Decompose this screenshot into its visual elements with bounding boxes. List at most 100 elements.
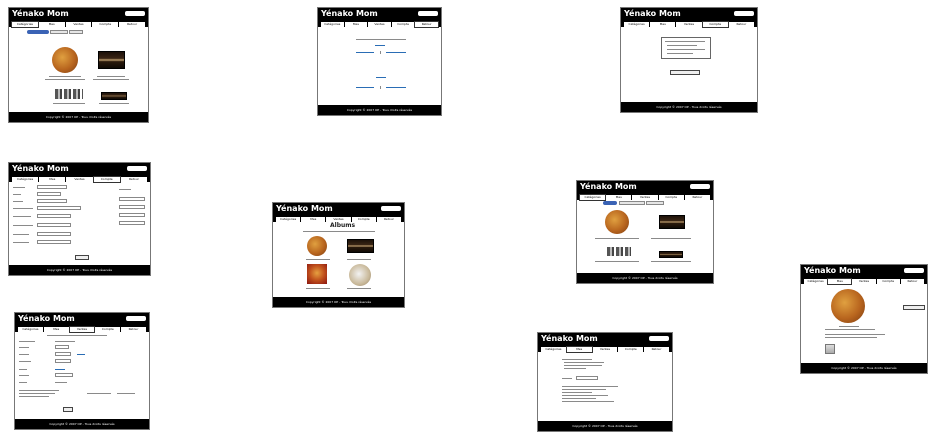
search-input[interactable]: [125, 11, 145, 16]
filter-tab-active[interactable]: [27, 30, 49, 34]
filter-tab[interactable]: [50, 30, 68, 34]
form-field[interactable]: [55, 352, 71, 356]
nav-tab-mes[interactable]: Mes: [38, 22, 65, 27]
form-field[interactable]: [55, 373, 73, 377]
album-image-coin[interactable]: [307, 236, 327, 256]
submit-button[interactable]: [75, 255, 89, 260]
nav-tab-retour[interactable]: Retour: [119, 22, 145, 27]
form-field[interactable]: [37, 185, 67, 189]
nav-tab-compte[interactable]: Compte: [92, 22, 119, 27]
link-right[interactable]: [386, 52, 406, 53]
nav-tab-categories[interactable]: Catégories: [321, 22, 344, 27]
album-image-plate[interactable]: [349, 264, 371, 286]
result-image-casket[interactable]: [659, 215, 685, 229]
form-field[interactable]: [119, 205, 145, 209]
nav-tab-compte[interactable]: Compte: [95, 327, 121, 332]
product-image-coin[interactable]: [52, 47, 78, 73]
search-input[interactable]: [127, 166, 147, 171]
search-input[interactable]: [418, 11, 438, 16]
nav-tab-categories[interactable]: Catégories: [804, 279, 828, 284]
filter-tab[interactable]: [646, 201, 664, 205]
link-right[interactable]: [386, 87, 406, 88]
link-left[interactable]: [356, 87, 374, 88]
search-input[interactable]: [126, 316, 146, 321]
product-image-casket[interactable]: [98, 51, 125, 69]
nav-tab-mes[interactable]: Mes: [301, 217, 326, 222]
nav-tab-categories[interactable]: Catégories: [541, 347, 566, 352]
help-link[interactable]: [77, 354, 85, 355]
nav-tab-ventes[interactable]: Ventes: [676, 22, 702, 27]
nav-tab-mes[interactable]: Mes: [39, 177, 66, 182]
search-input[interactable]: [690, 184, 710, 189]
form-field[interactable]: [37, 240, 71, 244]
nav-tab-ventes[interactable]: Ventes: [632, 195, 658, 200]
search-input[interactable]: [381, 206, 401, 211]
form-field[interactable]: [37, 199, 67, 203]
search-input[interactable]: [649, 336, 669, 341]
nav-tab-mes[interactable]: Mes: [827, 278, 853, 285]
section-link[interactable]: [375, 45, 385, 46]
submit-button[interactable]: [63, 407, 73, 412]
nav-tab-compte[interactable]: Compte: [701, 21, 729, 28]
nav-tab-compte[interactable]: Compte: [658, 195, 684, 200]
nav-tab-categories[interactable]: Catégories: [276, 217, 301, 222]
nav-tab-compte[interactable]: Compte: [876, 279, 900, 284]
nav-tab-retour[interactable]: Retour: [376, 217, 402, 222]
nav-tab-ventes[interactable]: Ventes: [68, 326, 96, 333]
nav-tab-ventes[interactable]: Ventes: [592, 347, 618, 352]
help-link[interactable]: [55, 369, 65, 370]
nav-tab-ventes[interactable]: Ventes: [368, 22, 391, 27]
nav-tab-compte[interactable]: Compte: [391, 22, 415, 27]
result-image-beads[interactable]: [607, 247, 631, 256]
radio-group[interactable]: [37, 206, 81, 210]
form-field[interactable]: [119, 197, 145, 201]
nav-tab-compte[interactable]: Compte: [92, 176, 121, 183]
nav-tab-mes[interactable]: Mes: [565, 346, 593, 353]
nav-tab-compte[interactable]: Compte: [351, 217, 376, 222]
form-field[interactable]: [55, 359, 71, 363]
form-field[interactable]: [119, 221, 145, 225]
nav-tab-retour[interactable]: Retour: [684, 195, 711, 200]
product-image-bar[interactable]: [101, 92, 127, 100]
form-field[interactable]: [37, 232, 71, 236]
filter-tab-active[interactable]: [603, 201, 617, 205]
form-field[interactable]: [37, 214, 71, 218]
form-field[interactable]: [37, 223, 71, 227]
link-left[interactable]: [356, 52, 374, 53]
buy-button[interactable]: [903, 305, 925, 310]
nav-tab-categories[interactable]: Catégories: [11, 21, 39, 28]
section-link[interactable]: [376, 77, 386, 78]
nav-tab-categories[interactable]: Catégories: [624, 22, 650, 27]
quantity-field[interactable]: [576, 376, 598, 380]
album-image-red[interactable]: [307, 264, 327, 284]
nav-tab-mes[interactable]: Mes: [650, 22, 676, 27]
filter-tab[interactable]: [619, 201, 645, 205]
form-field[interactable]: [119, 213, 145, 217]
nav-tab-retour[interactable]: Retour: [644, 347, 669, 352]
filter-tab[interactable]: [69, 30, 83, 34]
nav-tab-ventes[interactable]: Ventes: [66, 177, 93, 182]
product-thumbnail[interactable]: [825, 344, 835, 354]
nav-tab-ventes[interactable]: Ventes: [65, 22, 92, 27]
result-image-bar[interactable]: [659, 251, 683, 258]
nav-tab-retour[interactable]: Retour: [121, 327, 146, 332]
search-input[interactable]: [734, 11, 754, 16]
nav-tab-categories[interactable]: Catégories: [578, 194, 607, 201]
add-to-cart-button[interactable]: [670, 70, 700, 75]
nav-tab-retour[interactable]: Retour: [414, 21, 439, 28]
nav-tab-categories[interactable]: Catégories: [12, 177, 39, 182]
nav-tab-mes[interactable]: Mes: [43, 327, 69, 332]
nav-tab-compte[interactable]: Compte: [618, 347, 644, 352]
nav-tab-categories[interactable]: Catégories: [18, 327, 43, 332]
nav-tab-ventes[interactable]: Ventes: [852, 279, 876, 284]
nav-tab-mes[interactable]: Mes: [606, 195, 632, 200]
product-image-beads[interactable]: [55, 89, 83, 99]
result-image-coin[interactable]: [605, 210, 629, 234]
nav-tab-retour[interactable]: Retour: [900, 279, 925, 284]
search-input[interactable]: [904, 268, 924, 273]
album-image-casket[interactable]: [347, 239, 374, 253]
form-field[interactable]: [55, 345, 69, 349]
nav-tab-retour[interactable]: Retour: [728, 22, 755, 27]
form-field[interactable]: [37, 192, 61, 196]
nav-tab-retour[interactable]: Retour: [120, 177, 148, 182]
